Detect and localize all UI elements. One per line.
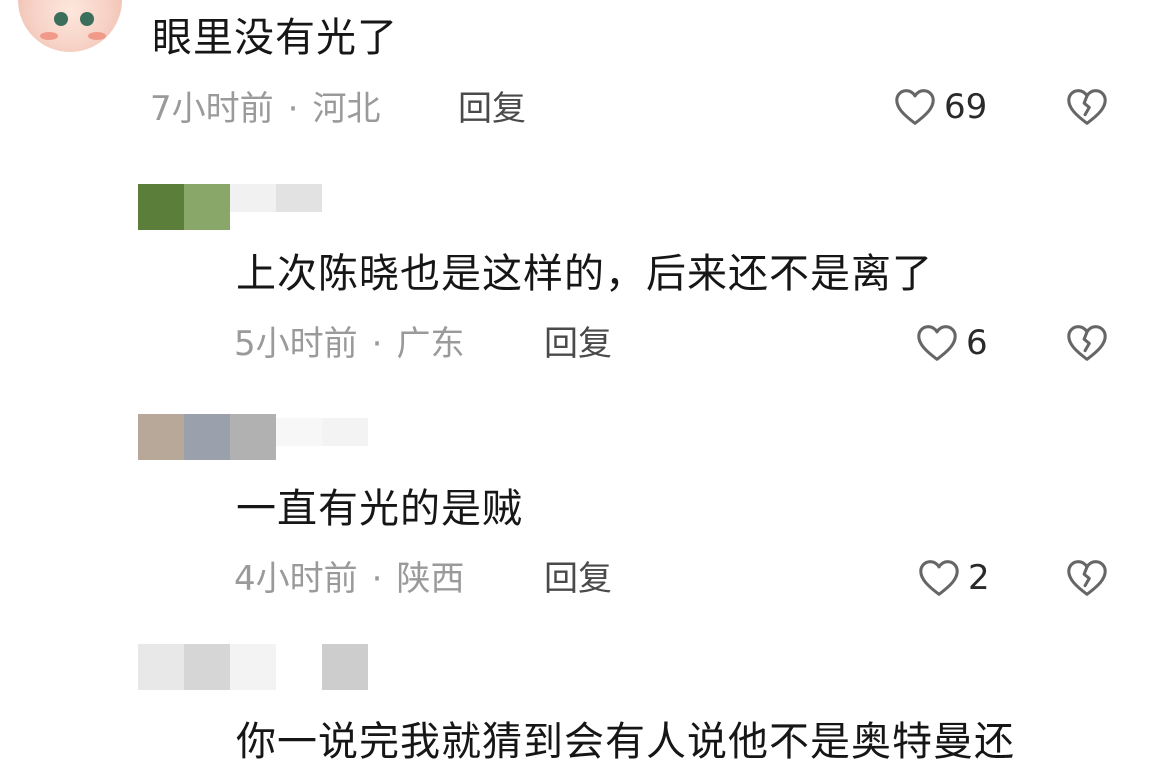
- heart-outline-icon: [919, 560, 959, 596]
- dislike-button[interactable]: [1064, 84, 1110, 134]
- avatar-reply-2[interactable]: [138, 414, 276, 460]
- like-count: 6: [966, 323, 988, 363]
- meta-separator: ·: [371, 559, 383, 599]
- reply-button[interactable]: 回复: [544, 562, 612, 596]
- comment-text: 一直有光的是贼: [236, 486, 523, 532]
- comment-region: 陕西: [396, 559, 465, 599]
- heart-outline-icon: [917, 325, 957, 361]
- avatar-reply-3[interactable]: [138, 644, 276, 690]
- dislike-button[interactable]: [1064, 555, 1110, 605]
- avatar-blush: [40, 32, 58, 40]
- username-obscured: [230, 184, 322, 212]
- like-button[interactable]: 69: [892, 84, 987, 130]
- avatar-top-comment[interactable]: [18, 0, 122, 52]
- broken-heart-icon: [1067, 325, 1107, 361]
- meta-separator: ·: [371, 324, 383, 364]
- dislike-button[interactable]: [1064, 320, 1110, 370]
- comment-meta: 4小时前 · 陕西: [234, 562, 464, 596]
- comment-text: 上次陈晓也是这样的，后来还不是离了: [236, 251, 933, 297]
- like-button[interactable]: 2: [916, 555, 990, 601]
- like-count: 69: [944, 87, 988, 127]
- comment-time: 4小时前: [234, 559, 358, 599]
- comment-time: 5小时前: [234, 324, 358, 364]
- reply-button[interactable]: 回复: [544, 327, 612, 361]
- comment-region: 河北: [312, 89, 381, 129]
- comment-time: 7小时前: [150, 89, 274, 129]
- comment-text: 你一说完我就猜到会有人说他不是奥特曼还: [236, 719, 1015, 765]
- broken-heart-icon: [1067, 89, 1107, 125]
- avatar-eye: [80, 12, 94, 26]
- reply-button[interactable]: 回复: [458, 92, 526, 126]
- username-obscured: [322, 644, 368, 690]
- meta-separator: ·: [287, 89, 299, 129]
- comment-text: 眼里没有光了: [152, 15, 398, 61]
- comment-meta: 7小时前 · 河北: [150, 92, 380, 126]
- comment-region: 广东: [396, 324, 465, 364]
- username-obscured: [276, 418, 368, 446]
- avatar-blush: [88, 32, 106, 40]
- avatar-eye: [54, 12, 68, 26]
- broken-heart-icon: [1067, 560, 1107, 596]
- like-count: 2: [968, 558, 990, 598]
- heart-outline-icon: [895, 89, 935, 125]
- comment-meta: 5小时前 · 广东: [234, 327, 464, 361]
- like-button[interactable]: 6: [914, 320, 988, 366]
- avatar-reply-1[interactable]: [138, 184, 230, 230]
